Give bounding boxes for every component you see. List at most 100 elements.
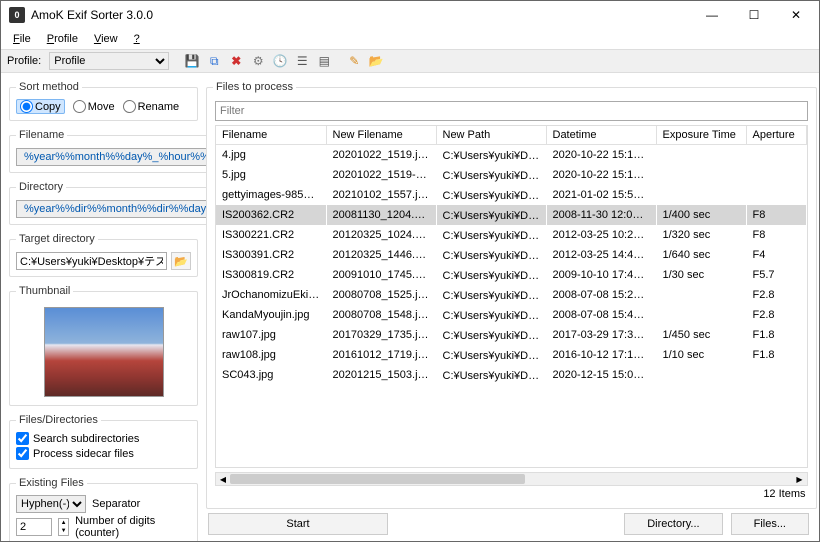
radio-copy[interactable]: Copy — [16, 99, 65, 114]
table-cell: C:¥Users¥yuki¥Desktop¥テ... — [436, 265, 546, 285]
files-button[interactable]: Files... — [731, 513, 809, 535]
table-row[interactable]: JrOchanomizuEki.jpg20080708_1525.jpgC:¥U… — [216, 285, 806, 305]
table-cell — [746, 365, 806, 385]
column-header[interactable]: Exposure Time — [656, 126, 746, 145]
clock-icon[interactable]: 🕓 — [271, 52, 289, 70]
table-cell — [656, 305, 746, 325]
menu-help[interactable]: ? — [126, 31, 148, 47]
save-as-icon[interactable]: ⧉ — [205, 52, 223, 70]
column-header[interactable]: New Filename — [326, 126, 436, 145]
digits-label: Number of digits (counter) — [75, 515, 191, 539]
profile-select[interactable]: Profile — [49, 52, 169, 70]
target-browse-icon[interactable]: 📂 — [171, 252, 191, 270]
separator-select[interactable]: Hyphen(-) — [16, 495, 86, 513]
column-header[interactable]: Filename — [216, 126, 326, 145]
separator-label: Separator — [92, 498, 140, 510]
thumbnail-legend: Thumbnail — [16, 285, 73, 297]
menu-view[interactable]: View — [86, 31, 126, 47]
column-header[interactable]: New Path — [436, 126, 546, 145]
edit-icon[interactable]: ✎ — [345, 52, 363, 70]
scroll-left-icon[interactable]: ◀ — [216, 473, 230, 485]
table-row[interactable]: IS300391.CR220120325_1446.CR2C:¥Users¥yu… — [216, 245, 806, 265]
table-cell: 20120325_1446.CR2 — [326, 245, 436, 265]
table-row[interactable]: raw107.jpg20170329_1735.jpgC:¥Users¥yuki… — [216, 325, 806, 345]
column-header[interactable]: Aperture — [746, 126, 806, 145]
table-cell: 20091010_1745.CR2 — [326, 265, 436, 285]
settings-icon[interactable]: ⚙ — [249, 52, 267, 70]
minimize-button[interactable]: — — [691, 2, 733, 28]
table-row[interactable]: KandaMyoujin.jpg20080708_1548.jpgC:¥User… — [216, 305, 806, 325]
menu-profile[interactable]: Profile — [39, 31, 86, 47]
existing-legend: Existing Files — [16, 477, 87, 489]
table-cell: JrOchanomizuEki.jpg — [216, 285, 326, 305]
table-cell: 2012-03-25 14:46:47 — [546, 245, 656, 265]
table-cell: C:¥Users¥yuki¥Desktop¥テ... — [436, 245, 546, 265]
radio-move[interactable]: Move — [73, 99, 115, 114]
target-input[interactable] — [16, 252, 167, 270]
radio-rename[interactable]: Rename — [123, 99, 180, 114]
start-button[interactable]: Start — [208, 513, 388, 535]
table-row[interactable]: IS300221.CR220120325_1024.CR2C:¥Users¥yu… — [216, 225, 806, 245]
table-cell: SC043.jpg — [216, 365, 326, 385]
save-profile-icon[interactable]: 💾 — [183, 52, 201, 70]
target-group: Target directory 📂 — [9, 233, 198, 277]
grid-icon[interactable]: ▤ — [315, 52, 333, 70]
table-cell — [656, 185, 746, 205]
table-cell: C:¥Users¥yuki¥Desktop¥テ... — [436, 205, 546, 225]
table-cell: KandaMyoujin.jpg — [216, 305, 326, 325]
table-cell: F4 — [746, 245, 806, 265]
table-cell: C:¥Users¥yuki¥Desktop¥テ... — [436, 165, 546, 185]
digits-spinner[interactable]: ▲▼ — [58, 518, 69, 536]
list-icon[interactable]: ☰ — [293, 52, 311, 70]
menu-file[interactable]: File — [5, 31, 39, 47]
table-cell: 2012-03-25 10:24:16 — [546, 225, 656, 245]
filter-input[interactable]: Filter — [215, 101, 808, 121]
table-row[interactable]: IS300819.CR220091010_1745.CR2C:¥Users¥yu… — [216, 265, 806, 285]
table-row[interactable]: gettyimages-985138674-61...20210102_1557… — [216, 185, 806, 205]
table-cell: 2008-07-08 15:48:02 — [546, 305, 656, 325]
table-cell: 20201022_1519.jpg — [326, 145, 436, 166]
table-cell: 1/450 sec — [656, 325, 746, 345]
table-cell: 2008-11-30 12:04:37 — [546, 205, 656, 225]
item-count: 12 Items — [217, 488, 806, 500]
table-row[interactable]: IS200362.CR220081130_1204.CR2C:¥Users¥yu… — [216, 205, 806, 225]
table-cell — [656, 145, 746, 166]
close-button[interactable]: ✕ — [775, 2, 817, 28]
folder-icon[interactable]: 📂 — [367, 52, 385, 70]
filename-input[interactable]: %year%%month%%day%_%hour%%mi — [16, 148, 206, 166]
table-cell: 20201022_1519-01.jpg — [326, 165, 436, 185]
table-cell: 1/10 sec — [656, 345, 746, 365]
scroll-right-icon[interactable]: ▶ — [793, 473, 807, 485]
table-cell: raw108.jpg — [216, 345, 326, 365]
table-cell: 2020-10-22 15:19:18 — [546, 145, 656, 166]
table-cell: 1/400 sec — [656, 205, 746, 225]
table-cell: 20201215_1503.jpg — [326, 365, 436, 385]
files-dirs-legend: Files/Directories — [16, 414, 101, 426]
check-sidecar[interactable]: Process sidecar files — [16, 447, 191, 460]
table-row[interactable]: SC043.jpg20201215_1503.jpgC:¥Users¥yuki¥… — [216, 365, 806, 385]
delete-icon[interactable]: ✖ — [227, 52, 245, 70]
check-search-sub[interactable]: Search subdirectories — [16, 432, 191, 445]
horizontal-scrollbar[interactable]: ◀ ▶ — [215, 472, 808, 486]
table-cell: C:¥Users¥yuki¥Desktop¥テ... — [436, 325, 546, 345]
menubar: File Profile View ? — [1, 29, 819, 49]
left-pane: Sort method Copy Move Rename Filename %y… — [1, 73, 206, 541]
table-cell: 2021-01-02 15:57:58 — [546, 185, 656, 205]
table-cell — [746, 165, 806, 185]
maximize-button[interactable]: ☐ — [733, 2, 775, 28]
directory-input[interactable]: %year%%dir%%month%%dir%%day% — [16, 200, 206, 218]
digits-input[interactable] — [16, 518, 52, 536]
file-table[interactable]: FilenameNew FilenameNew PathDatetimeExpo… — [215, 125, 808, 468]
table-cell: C:¥Users¥yuki¥Desktop¥テ... — [436, 345, 546, 365]
filename-group: Filename %year%%month%%day%_%hour%%mi 🏷 — [9, 129, 206, 173]
filename-legend: Filename — [16, 129, 67, 141]
column-header[interactable]: Datetime — [546, 126, 656, 145]
table-cell: C:¥Users¥yuki¥Desktop¥テ... — [436, 185, 546, 205]
scroll-thumb[interactable] — [230, 474, 525, 484]
table-row[interactable]: 5.jpg20201022_1519-01.jpgC:¥Users¥yuki¥D… — [216, 165, 806, 185]
table-cell — [746, 185, 806, 205]
directory-button[interactable]: Directory... — [624, 513, 722, 535]
table-row[interactable]: raw108.jpg20161012_1719.jpgC:¥Users¥yuki… — [216, 345, 806, 365]
table-row[interactable]: 4.jpg20201022_1519.jpgC:¥Users¥yuki¥Desk… — [216, 145, 806, 166]
table-cell: F2.8 — [746, 305, 806, 325]
